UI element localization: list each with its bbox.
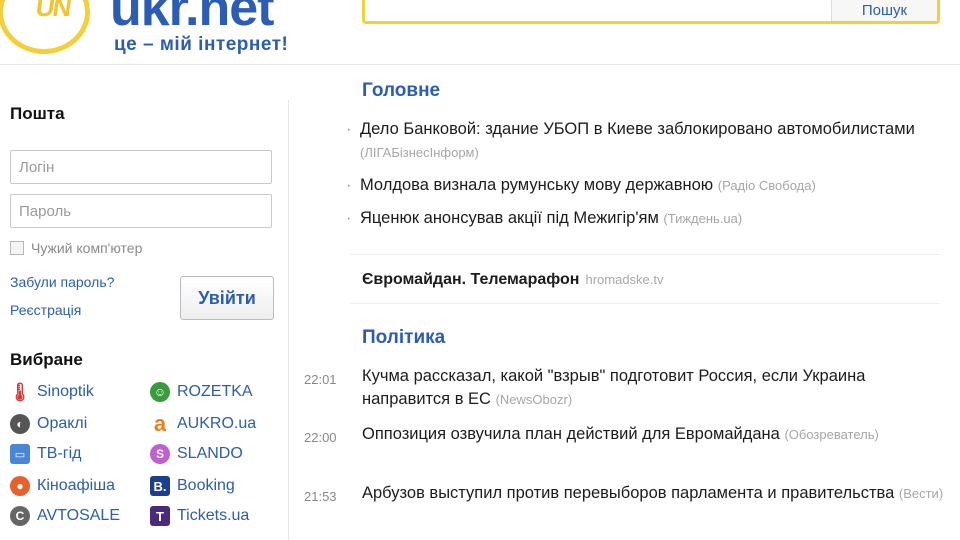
favorites-title: Вибране [10,350,83,369]
news-item[interactable]: · Дело Банковой: здание УБОП в Киеве заб… [346,118,946,164]
slando-icon: S [150,444,170,464]
news-item[interactable]: · Яценюк анонсував акції під Межигір'ям … [346,207,946,230]
register-link[interactable]: Реєстрація [10,302,81,318]
search-bar: Пошук [362,0,940,24]
politics-title[interactable]: Політика [362,327,445,349]
favorite-kinoafisha[interactable]: ● Кіноафіша [10,476,115,496]
favorite-booking[interactable]: B. Booking [150,476,235,496]
site-logo[interactable]: UN ukr.net це – мій інтернет! [0,0,360,62]
search-input[interactable] [365,0,843,21]
promo-title[interactable]: Євромайдан. Телемарафон [362,271,579,288]
logo-mark: UN [33,0,72,22]
login-input[interactable] [10,150,272,184]
news-time: 22:01 [304,372,337,387]
news-headline[interactable]: Дело Банковой: здание УБОП в Киеве забло… [360,120,915,138]
foreign-computer-checkbox[interactable] [10,241,24,255]
news-headline[interactable]: Арбузов выступил против перевыборов парл… [362,484,894,502]
politics-item[interactable]: 22:01 Кучма рассказал, какой "взрыв" под… [304,365,944,411]
booking-icon: B. [150,476,170,496]
favorite-label: ТВ-гід [37,445,82,462]
news-source[interactable]: (NewsObozr) [496,392,573,407]
favorite-label: AUKRO.ua [177,415,257,432]
password-input[interactable] [10,194,272,228]
login-button[interactable]: Увійти [180,276,274,320]
favorite-label: Tickets.ua [177,507,250,524]
favorite-label: Кіноафіша [37,477,115,494]
bullet-icon: · [346,209,352,227]
news-time: 21:53 [304,489,337,504]
favorite-label: SLANDO [177,445,243,462]
foreign-computer-label: Чужий комп'ютер [31,240,143,256]
politics-item[interactable]: 21:53 Арбузов выступил против перевыборо… [304,482,944,505]
sidebar: Пошта Чужий комп'ютер Забули пароль? Реє… [0,66,288,540]
favorite-oracle[interactable]: ◐ Ораклі [10,414,87,434]
promo-banner[interactable]: Євромайдан. Телемарафон hromadske.tv [350,254,940,304]
header-divider [0,64,960,65]
favorite-sinoptik[interactable]: 🌡 Sinoptik [8,381,94,402]
favorite-label: ROZETKA [177,383,253,400]
favorite-slando[interactable]: S SLANDO [150,444,243,464]
news-source[interactable]: (Вести) [899,486,943,501]
news-headline[interactable]: Кучма рассказал, какой "взрыв" подготови… [362,367,865,408]
news-headline[interactable]: Молдова визнала румунську мову державною [360,176,713,194]
car-icon: C [10,506,30,526]
news-time: 22:00 [304,430,337,445]
logo-text: ukr.net [110,0,274,37]
logo-slogan: це – мій інтернет! [114,34,289,55]
sidebar-divider [288,100,289,540]
favorite-tv-guide[interactable]: ▭ ТВ-гід [10,444,82,464]
remember-row[interactable]: Чужий комп'ютер [10,240,142,256]
favorite-label: Sinoptik [37,383,94,400]
favorite-label: AVTOSALE [37,507,120,524]
headlines-title[interactable]: Головне [362,80,440,102]
forgot-password-link[interactable]: Забули пароль? [10,274,114,290]
rozetka-icon: ☺ [150,382,170,402]
mail-title: Пошта [10,104,65,123]
oracle-icon: ◐ [10,414,30,434]
promo-source[interactable]: hromadske.tv [585,272,663,287]
favorite-avtosale[interactable]: C AVTOSALE [10,506,120,526]
tv-icon: ▭ [10,444,30,464]
bullet-icon: · [346,176,352,194]
thermometer-icon: 🌡 [8,381,32,402]
favorite-tickets[interactable]: T Tickets.ua [150,506,249,526]
favorite-label: Booking [177,477,235,494]
news-source[interactable]: (Обозреватель) [784,427,878,442]
news-headline[interactable]: Оппозиция озвучила план действий для Евр… [362,425,780,443]
news-item[interactable]: · Молдова визнала румунську мову державн… [346,174,946,197]
news-source[interactable]: (Тиждень.ua) [663,211,742,226]
politics-item[interactable]: 22:00 Оппозиция озвучила план действий д… [304,423,944,446]
news-source[interactable]: (ЛІГАБізнесІнформ) [360,145,479,160]
favorite-aukro[interactable]: a AUKRO.ua [150,411,257,436]
news-source[interactable]: (Радіо Свобода) [718,178,816,193]
film-icon: ● [10,476,30,496]
bullet-icon: · [346,120,352,138]
favorite-rozetka[interactable]: ☺ ROZETKA [150,382,253,402]
aukro-icon: a [153,411,167,436]
search-button[interactable]: Пошук [831,0,937,21]
news-headline[interactable]: Яценюк анонсував акції під Межигір'ям [360,209,659,227]
ticket-icon: T [150,506,170,526]
favorite-label: Ораклі [37,415,88,432]
